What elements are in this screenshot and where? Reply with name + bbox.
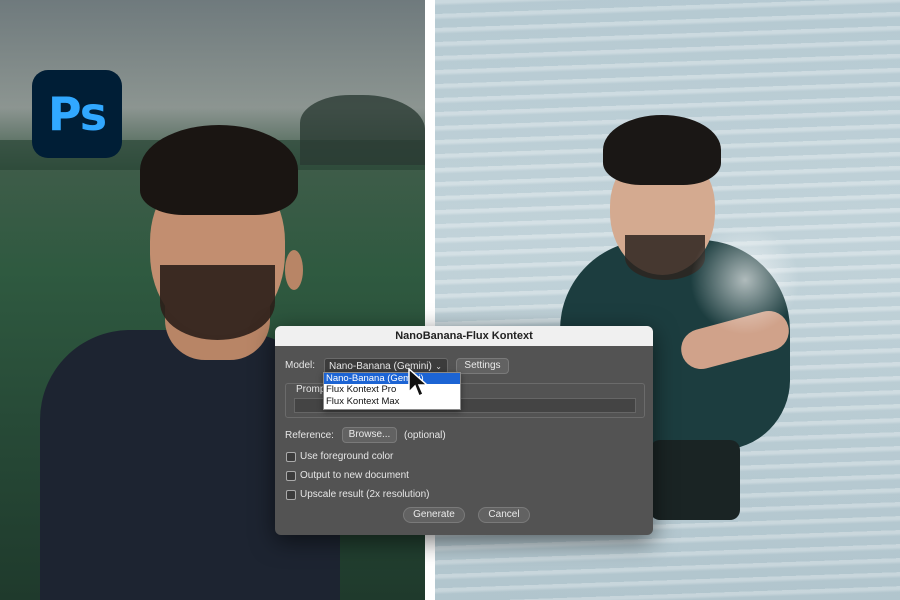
browse-button[interactable]: Browse... <box>342 427 397 443</box>
man-legs <box>650 440 740 520</box>
man-hair-right <box>603 115 721 185</box>
dialog-title: NanoBanana-Flux Kontext <box>275 326 653 346</box>
generate-button[interactable]: Generate <box>403 507 465 523</box>
photoshop-logo-text: Ps <box>47 87 107 141</box>
model-label: Model: <box>285 360 316 371</box>
man-ear <box>285 250 303 290</box>
upscale-checkbox[interactable] <box>286 490 296 500</box>
man-hair <box>140 125 298 215</box>
foreground-color-label: Use foreground color <box>300 451 394 462</box>
new-document-label: Output to new document <box>300 470 409 481</box>
upscale-label: Upscale result (2x resolution) <box>300 489 430 500</box>
optional-hint: (optional) <box>404 430 446 441</box>
man-beard <box>160 265 275 340</box>
model-dropdown-list: Nano-Banana (Gemini) Flux Kontext Pro Fl… <box>323 372 461 410</box>
breath-vapor <box>690 225 800 335</box>
dropdown-option-flux-max[interactable]: Flux Kontext Max <box>324 396 460 407</box>
foreground-color-checkbox[interactable] <box>286 452 296 462</box>
plugin-dialog: NanoBanana-Flux Kontext Model: Nano-Bana… <box>275 326 653 535</box>
new-document-checkbox[interactable] <box>286 471 296 481</box>
dropdown-option-flux-pro[interactable]: Flux Kontext Pro <box>324 384 460 395</box>
dropdown-option-nano-banana[interactable]: Nano-Banana (Gemini) <box>324 373 460 385</box>
settings-button[interactable]: Settings <box>456 358 509 374</box>
mouse-cursor-icon <box>408 368 429 398</box>
reference-label: Reference: <box>285 430 334 441</box>
cancel-button[interactable]: Cancel <box>478 507 530 523</box>
trees <box>300 95 425 165</box>
photoshop-logo: Ps <box>32 70 122 158</box>
